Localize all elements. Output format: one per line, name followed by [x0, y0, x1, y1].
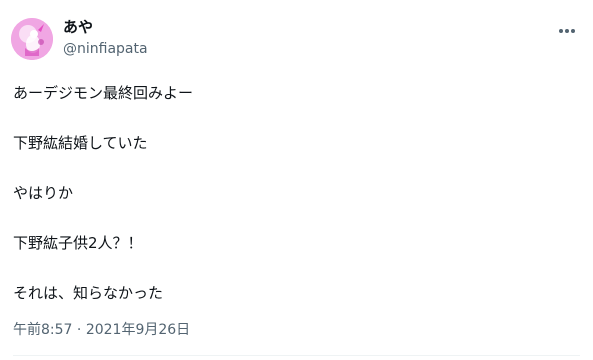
username-handle[interactable]: @ninfiapata	[63, 39, 148, 59]
tweet-time[interactable]: 午前8:57	[13, 322, 72, 338]
tweet-timestamp[interactable]: 午前8:57 · 2021年9月26日	[13, 320, 190, 340]
divider	[13, 355, 580, 356]
display-name[interactable]: あや	[63, 17, 148, 37]
tweet-date[interactable]: 2021年9月26日	[86, 322, 190, 338]
tweet-paragraph: あーデジモン最終回みよー	[13, 84, 194, 102]
tweet-paragraph: やはりか	[13, 184, 74, 202]
avatar[interactable]	[11, 18, 53, 60]
more-button[interactable]	[552, 19, 582, 43]
tweet-card: あや @ninfiapata あーデジモン最終回みよー 下野紘結婚していた やは…	[0, 0, 593, 360]
author-names: あや @ninfiapata	[63, 17, 148, 59]
tweet-paragraph: 下野紘結婚していた	[13, 134, 148, 152]
tweet-header: あや @ninfiapata	[11, 15, 582, 63]
avatar-image	[11, 18, 53, 60]
more-horizontal-icon	[559, 29, 575, 33]
tweet-paragraph: それは、知らなかった	[13, 284, 164, 302]
tweet-paragraph: 下野紘子供2人？！	[13, 234, 143, 252]
tweet-text: あーデジモン最終回みよー 下野紘結婚していた やはりか 下野紘子供2人？！ それ…	[13, 83, 573, 303]
timestamp-separator: ·	[76, 322, 82, 338]
